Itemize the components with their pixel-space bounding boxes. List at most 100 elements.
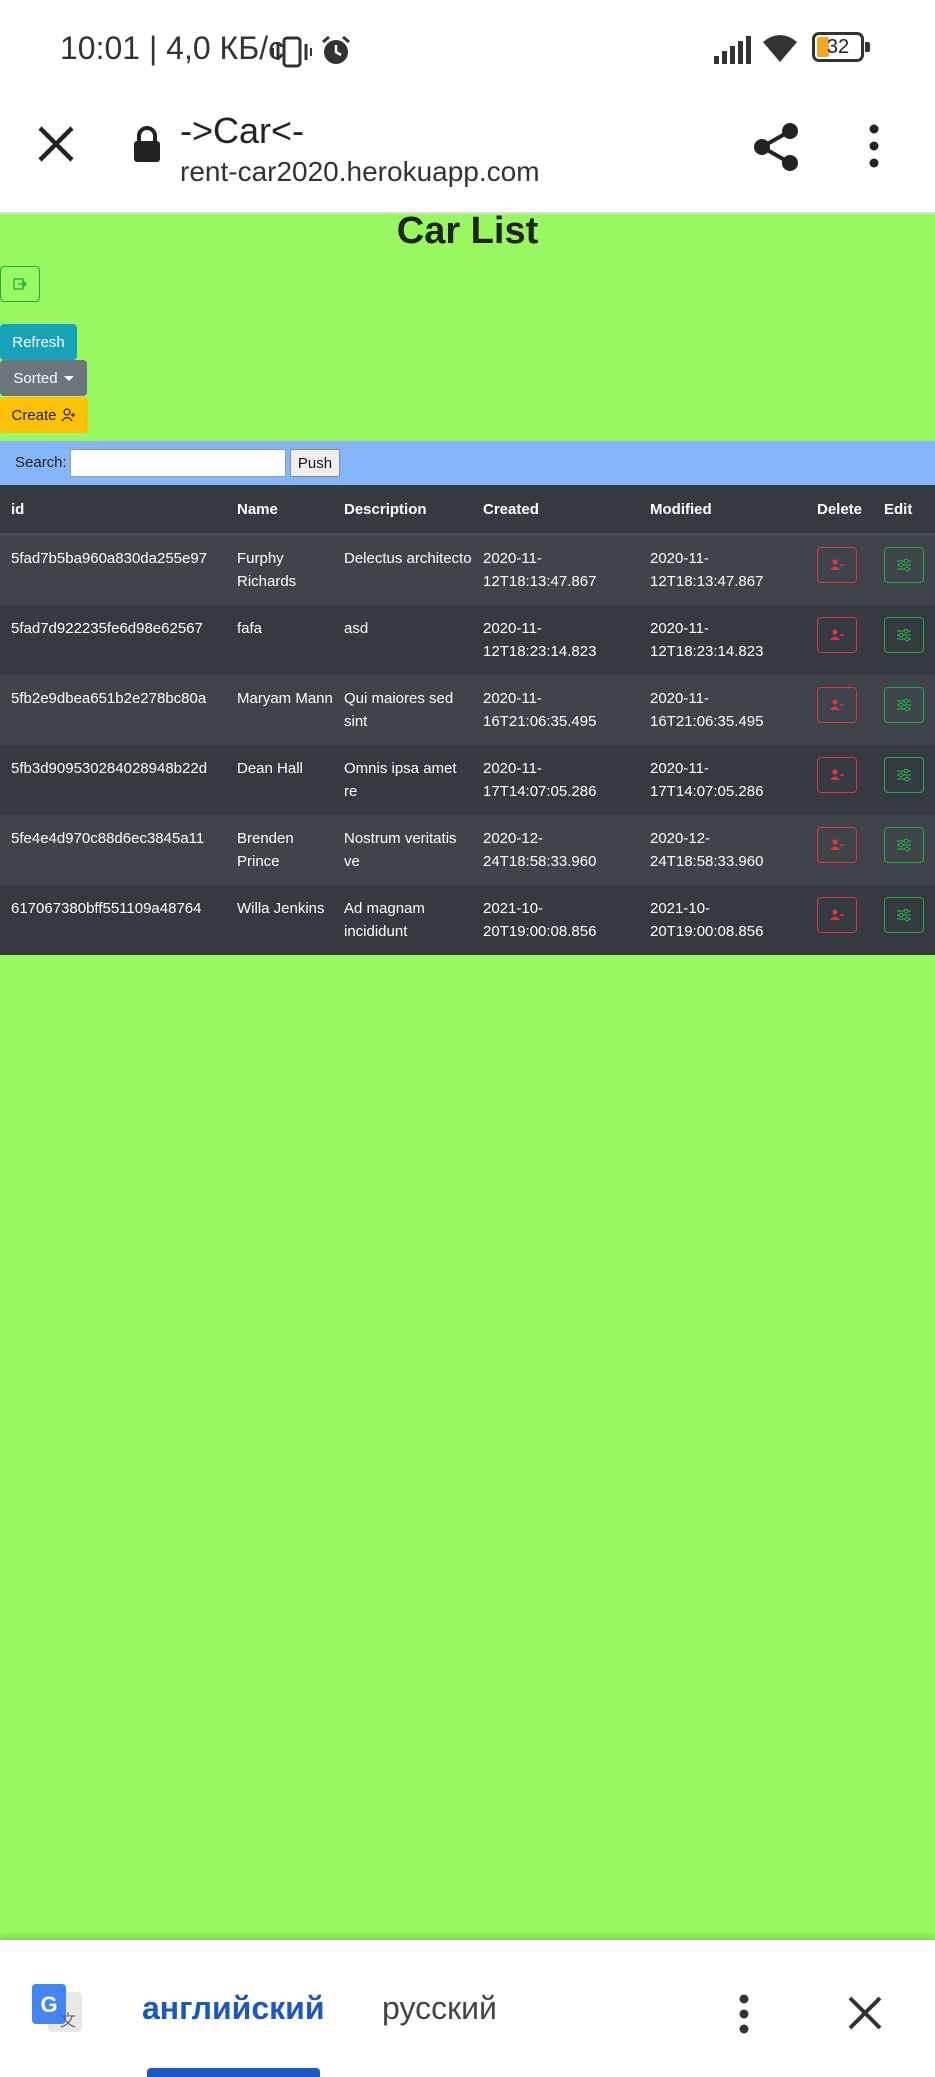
cell-modified: 2020-11-12T18:13:47.867 — [639, 534, 806, 605]
sorted-dropdown-button[interactable]: Sorted — [0, 360, 87, 396]
cell-name: Willa Jenkins — [226, 885, 333, 955]
cell-id: 5fb2e9dbea651b2e278bc80a — [0, 675, 226, 745]
header-modified: Modified — [639, 485, 806, 535]
create-label: Create — [11, 406, 57, 424]
header-description: Description — [333, 485, 472, 535]
page-tab-title: ->Car<- — [180, 110, 305, 151]
logout-button[interactable] — [0, 266, 40, 302]
cell-modified: 2021-10-20T19:00:08.856 — [639, 885, 806, 955]
header-delete: Delete — [806, 485, 873, 535]
refresh-button[interactable]: Refresh — [0, 324, 77, 360]
cell-description: Qui maiores sed sint — [333, 675, 472, 745]
sliders-icon — [897, 838, 911, 852]
cell-created: 2020-11-16T21:06:35.495 — [472, 675, 639, 745]
cell-name: fafa — [226, 605, 333, 675]
cell-created: 2021-10-20T19:00:08.856 — [472, 885, 639, 955]
cell-description: Nostrum veritatis ve — [333, 815, 472, 885]
push-button[interactable]: Push — [290, 449, 340, 477]
source-language-tab[interactable]: английский — [142, 1990, 324, 2027]
delete-button[interactable] — [817, 687, 857, 723]
cell-id: 617067380bff551109a48764 — [0, 885, 226, 955]
url-text[interactable]: rent-car2020.herokuapp.com — [180, 156, 540, 188]
search-bar: Search: Push — [0, 441, 935, 485]
browser-toolbar: ->Car<- rent-car2020.herokuapp.com — [0, 100, 935, 214]
delete-button[interactable] — [817, 757, 857, 793]
cell-created: 2020-11-12T18:13:47.867 — [472, 534, 639, 605]
lock-icon[interactable] — [132, 126, 162, 169]
add-user-icon — [61, 408, 75, 422]
cell-name: Dean Hall — [226, 745, 333, 815]
cell-id: 5fe4e4d970c88d6ec3845a11 — [0, 815, 226, 885]
cell-edit — [873, 815, 935, 885]
cell-description: Ad magnam incididunt — [333, 885, 472, 955]
header-edit: Edit — [873, 485, 935, 535]
overflow-menu-icon[interactable] — [868, 124, 880, 173]
delete-user-icon — [830, 769, 844, 780]
caret-down-icon — [63, 375, 74, 381]
cell-modified: 2020-11-12T18:23:14.823 — [639, 605, 806, 675]
logout-icon — [13, 278, 27, 290]
cell-delete — [806, 534, 873, 605]
cell-description: asd — [333, 605, 472, 675]
search-input[interactable] — [70, 449, 286, 477]
battery-level: 32 — [826, 36, 850, 58]
cell-delete — [806, 885, 873, 955]
cell-delete — [806, 745, 873, 815]
edit-button[interactable] — [884, 897, 924, 933]
edit-button[interactable] — [884, 757, 924, 793]
cell-created: 2020-12-24T18:58:33.960 — [472, 815, 639, 885]
edit-button[interactable] — [884, 547, 924, 583]
signal-icon — [714, 36, 752, 69]
translate-menu-icon[interactable] — [738, 1994, 750, 2039]
cell-id: 5fad7d922235fe6d98e62567 — [0, 605, 226, 675]
edit-button[interactable] — [884, 827, 924, 863]
refresh-label: Refresh — [12, 333, 65, 351]
cell-modified: 2020-11-17T14:07:05.286 — [639, 745, 806, 815]
edit-button[interactable] — [884, 687, 924, 723]
cell-edit — [873, 885, 935, 955]
sliders-icon — [897, 768, 911, 782]
delete-button[interactable] — [817, 547, 857, 583]
delete-button[interactable] — [817, 617, 857, 653]
cell-created: 2020-11-12T18:23:14.823 — [472, 605, 639, 675]
vibrate-icon — [272, 36, 312, 73]
cell-id: 5fad7b5ba960a830da255e97 — [0, 534, 226, 605]
active-tab-indicator — [147, 2068, 320, 2077]
cell-delete — [806, 815, 873, 885]
cell-description: Omnis ipsa amet re — [333, 745, 472, 815]
header-id: id — [0, 485, 226, 535]
delete-user-icon — [830, 839, 844, 850]
close-translate-icon[interactable] — [848, 1996, 882, 2035]
target-language-tab[interactable]: русский — [382, 1990, 497, 2027]
cell-modified: 2020-12-24T18:58:33.960 — [639, 815, 806, 885]
table-header-row: id Name Description Created Modified Del… — [0, 485, 935, 535]
header-name: Name — [226, 485, 333, 535]
delete-button[interactable] — [817, 897, 857, 933]
cell-modified: 2020-11-16T21:06:35.495 — [639, 675, 806, 745]
delete-user-icon — [830, 629, 844, 640]
cell-name: Maryam Mann — [226, 675, 333, 745]
wifi-icon — [762, 34, 798, 69]
table-row: 617067380bff551109a48764 Willa Jenkins Ad … — [0, 885, 935, 955]
share-icon[interactable] — [752, 122, 800, 177]
status-time: 10:01 | 4,0 КБ/с — [60, 30, 285, 66]
header-created: Created — [472, 485, 639, 535]
svg-text:G: G — [40, 1992, 57, 2017]
cell-delete — [806, 675, 873, 745]
status-bar: 10:01 | 4,0 КБ/с 32 — [0, 0, 935, 100]
table-row: 5fb2e9dbea651b2e278bc80a Maryam Mann Qui m… — [0, 675, 935, 745]
cell-name: Furphy Richards — [226, 534, 333, 605]
close-tab-icon[interactable] — [36, 124, 76, 169]
table-row: 5fe4e4d970c88d6ec3845a11 Brenden Prince No… — [0, 815, 935, 885]
create-button[interactable]: Create — [0, 397, 88, 433]
cell-name: Brenden Prince — [226, 815, 333, 885]
cell-delete — [806, 605, 873, 675]
alarm-icon — [320, 34, 352, 71]
page-title: Car List — [396, 210, 539, 252]
search-label: Search: — [15, 454, 67, 471]
delete-user-icon — [830, 699, 844, 710]
edit-button[interactable] — [884, 617, 924, 653]
cell-edit — [873, 745, 935, 815]
delete-button[interactable] — [817, 827, 857, 863]
sliders-icon — [897, 698, 911, 712]
